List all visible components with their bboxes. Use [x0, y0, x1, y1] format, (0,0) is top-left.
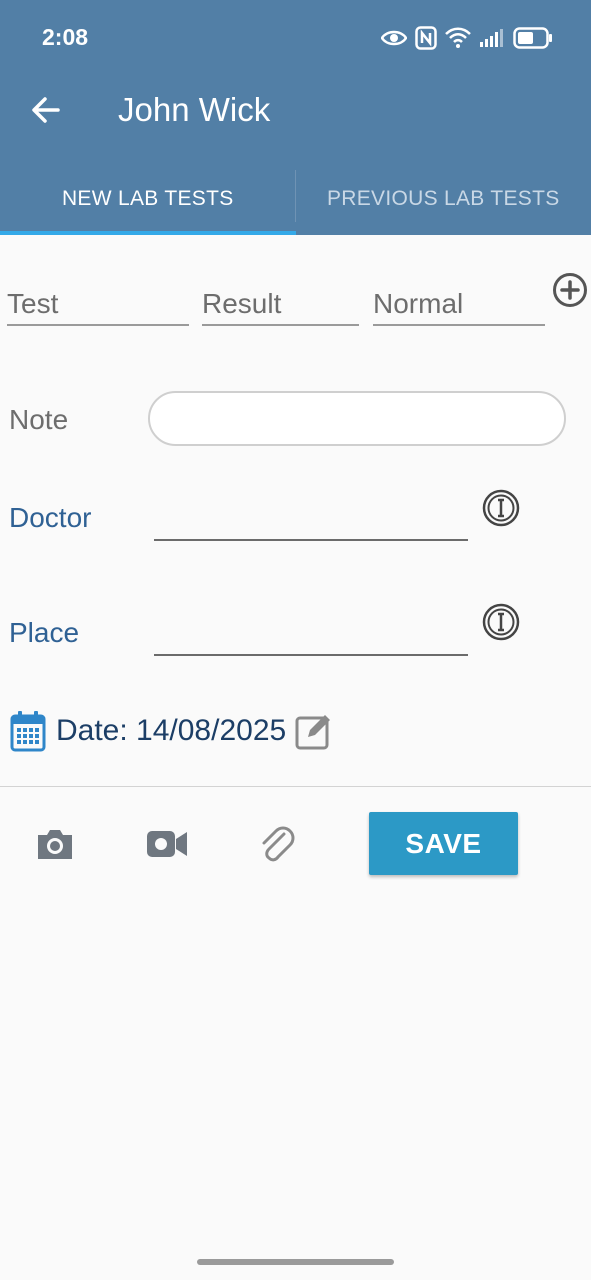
doctor-input[interactable] [154, 539, 468, 541]
back-arrow-icon[interactable] [26, 90, 66, 130]
normal-field[interactable]: Normal [373, 288, 545, 326]
eye-icon [381, 30, 407, 46]
section-divider [0, 786, 591, 787]
tab-new-lab-tests[interactable]: NEW LAB TESTS [0, 163, 296, 235]
place-label: Place [9, 617, 80, 648]
video-icon[interactable] [146, 828, 188, 860]
home-indicator [197, 1259, 394, 1265]
calendar-icon [10, 711, 46, 752]
paperclip-icon[interactable] [259, 824, 295, 864]
camera-icon[interactable] [35, 827, 75, 861]
page-title: John Wick [118, 91, 271, 128]
nfc-icon [415, 26, 437, 50]
date-row: Date: 14/08/2025 [10, 709, 334, 753]
place-info-icon[interactable] [482, 603, 520, 641]
result-field[interactable]: Result [202, 288, 359, 326]
battery-icon [513, 27, 552, 49]
edit-icon[interactable] [294, 711, 334, 751]
test-field[interactable]: Test [7, 288, 189, 326]
place-input[interactable] [154, 654, 468, 656]
doctor-label: Doctor [9, 502, 92, 533]
status-time: 2:08 [42, 24, 89, 50]
tab-previous-lab-tests[interactable]: PREVIOUS LAB TESTS [296, 163, 591, 235]
status-bar: 2:08 [0, 0, 591, 76]
wifi-icon [445, 27, 471, 48]
note-input[interactable] [148, 391, 566, 446]
tab-divider [295, 170, 296, 222]
normal-placeholder: Normal [373, 288, 464, 319]
test-placeholder: Test [7, 288, 59, 319]
note-label: Note [9, 404, 69, 435]
doctor-info-icon[interactable] [482, 489, 520, 527]
plus-circle-icon[interactable] [552, 272, 588, 308]
date-text: Date: 14/08/2025 [56, 714, 287, 747]
signal-icon [480, 29, 503, 47]
active-tab-indicator [0, 231, 296, 235]
save-button[interactable]: SAVE [369, 812, 518, 875]
status-icons [381, 24, 553, 52]
result-placeholder: Result [202, 288, 282, 319]
